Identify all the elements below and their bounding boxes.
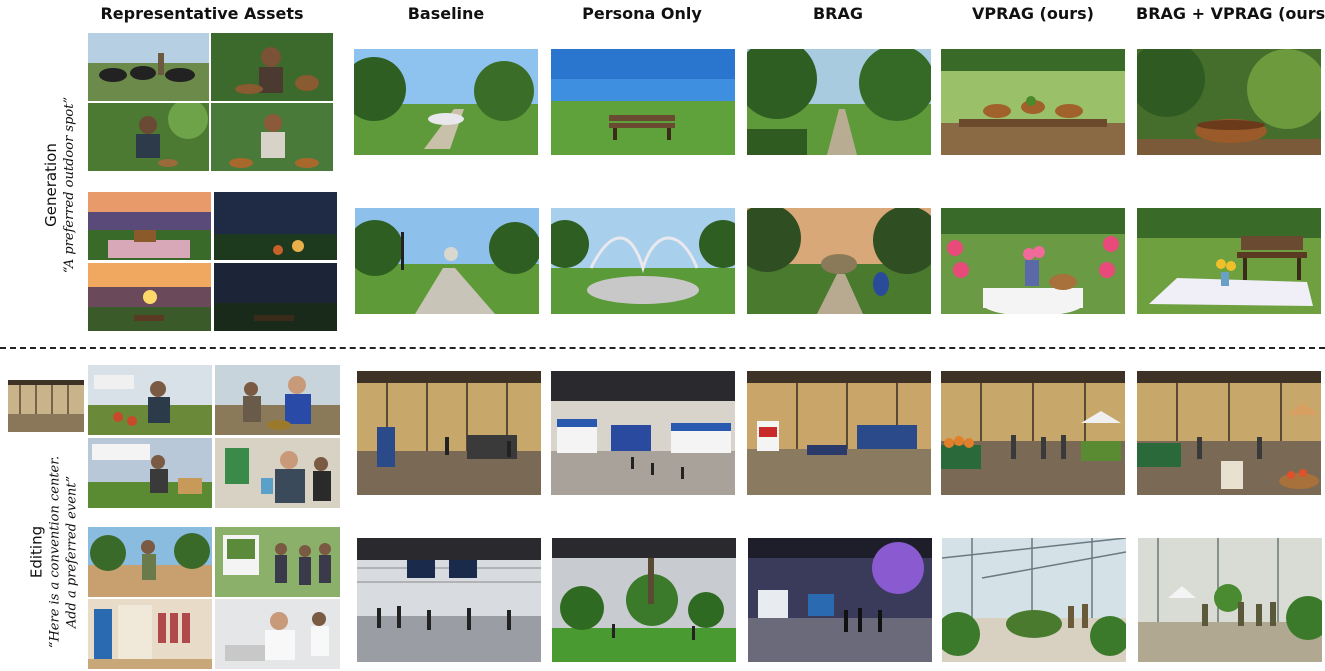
generation-row-label: Generation “A preferred outdoor spot” xyxy=(42,97,78,273)
output-image-edit2-brag-vprag xyxy=(1138,538,1322,662)
editing-prompt-line2: Add a preferred event” xyxy=(64,475,80,629)
output-image-gen2-vprag xyxy=(941,208,1125,314)
asset-image xyxy=(215,527,340,597)
generation-prompt-label: “A preferred outdoor spot” xyxy=(62,96,77,274)
output-image-gen1-baseline xyxy=(354,49,538,155)
output-image-gen1-persona xyxy=(551,49,735,155)
output-image-gen2-brag-vprag xyxy=(1137,208,1321,314)
editing-prompt-line1: “Here is a convention center. xyxy=(47,455,63,649)
asset-image xyxy=(88,192,211,260)
asset-mosaic-edit-1 xyxy=(88,365,340,508)
asset-image xyxy=(211,33,333,101)
output-image-edit2-vprag xyxy=(942,538,1126,662)
asset-image xyxy=(88,365,212,435)
output-image-gen2-baseline xyxy=(355,208,539,314)
output-image-edit1-baseline xyxy=(357,371,541,495)
asset-image xyxy=(215,599,340,669)
output-image-edit1-brag xyxy=(747,371,931,495)
header-vprag: VPRAG (ours) xyxy=(972,4,1094,23)
asset-image xyxy=(88,438,212,508)
header-brag: BRAG xyxy=(812,4,864,23)
editing-task-label: Editing xyxy=(27,525,46,579)
asset-image xyxy=(88,527,212,597)
header-baseline: Baseline xyxy=(407,4,485,23)
header-representative-assets: Representative Assets xyxy=(100,4,304,23)
output-image-gen2-brag xyxy=(747,208,931,314)
asset-image xyxy=(211,103,333,171)
asset-mosaic-edit-2 xyxy=(88,527,340,669)
input-image-thumbnail xyxy=(8,380,84,432)
asset-image xyxy=(215,438,340,508)
asset-image xyxy=(88,263,211,331)
output-image-edit1-persona xyxy=(551,371,735,495)
generation-task-label: Generation xyxy=(42,143,60,227)
asset-image xyxy=(214,263,337,331)
asset-image xyxy=(215,365,340,435)
output-image-edit2-baseline xyxy=(357,538,541,662)
output-image-edit1-vprag xyxy=(941,371,1125,495)
editing-row-label: Editing “Here is a convention center. Ad… xyxy=(28,456,81,648)
asset-image xyxy=(88,103,209,171)
output-image-gen1-brag-vprag xyxy=(1137,49,1321,155)
asset-image xyxy=(88,33,209,101)
output-image-gen1-brag xyxy=(747,49,931,155)
asset-image xyxy=(88,599,212,669)
output-image-edit1-brag-vprag xyxy=(1137,371,1321,495)
asset-mosaic-gen-1 xyxy=(88,33,333,171)
asset-mosaic-gen-2 xyxy=(88,192,337,331)
output-image-edit2-persona xyxy=(552,538,736,662)
section-divider xyxy=(0,347,1325,349)
header-brag-vprag: BRAG + VPRAG (ours) xyxy=(1136,4,1325,23)
output-image-gen1-vprag xyxy=(941,49,1125,155)
asset-image xyxy=(214,192,337,260)
output-image-gen2-persona xyxy=(551,208,735,314)
output-image-edit2-brag xyxy=(748,538,932,662)
header-persona-only: Persona Only xyxy=(582,4,702,23)
